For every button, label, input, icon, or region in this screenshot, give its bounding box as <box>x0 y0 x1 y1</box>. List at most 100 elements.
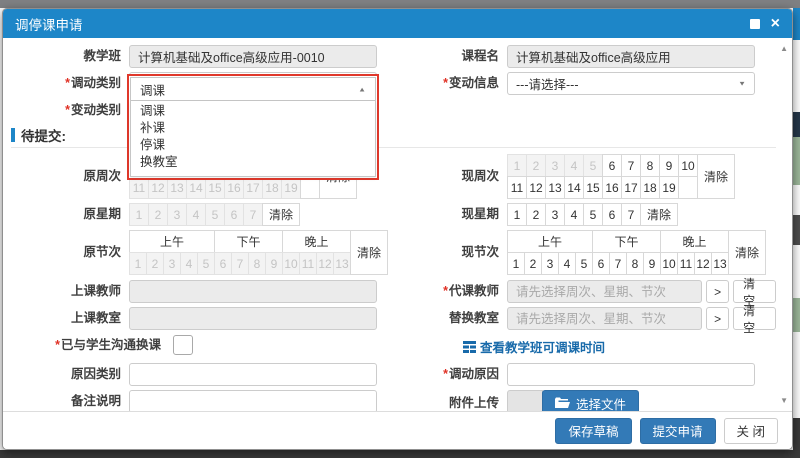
day-cell: 1 <box>129 203 149 226</box>
day-cell[interactable]: 3 <box>545 203 565 226</box>
day-cell[interactable]: 7 <box>621 203 641 226</box>
clear-button[interactable]: 清除 <box>728 230 766 275</box>
day-cell[interactable]: 4 <box>564 203 584 226</box>
period-cell[interactable]: 2 <box>524 252 542 275</box>
day-cell[interactable]: 6 <box>602 203 622 226</box>
dropdown-option[interactable]: 补课 <box>131 120 375 137</box>
scroll-down-icon[interactable]: ▼ <box>780 396 788 405</box>
old-day-label: 原星期 <box>11 203 129 226</box>
replace-classroom-label: 替换教室 <box>403 307 507 330</box>
class-teacher-label: 上课教师 <box>11 280 129 303</box>
backdrop-block <box>793 418 800 450</box>
period-cell: 1 <box>129 252 147 275</box>
old-day-grid: 1234567清除 <box>129 203 300 226</box>
clear-button[interactable]: 清除 <box>640 203 678 226</box>
choose-file-button[interactable]: 选择文件 <box>542 390 639 411</box>
replace-classroom-picker-button[interactable]: > <box>706 307 729 330</box>
period-cell: 13 <box>333 252 351 275</box>
backdrop-block <box>793 112 800 137</box>
view-schedule-text: 查看教学班可调课时间 <box>480 337 605 356</box>
clear-button[interactable]: 清除 <box>350 230 388 275</box>
week-cell[interactable]: 15 <box>583 176 603 199</box>
period-cell[interactable]: 12 <box>694 252 712 275</box>
dialog-title: 调停课申请 <box>15 14 83 34</box>
week-cell: 4 <box>564 154 584 177</box>
week-cell[interactable]: 18 <box>640 176 660 199</box>
week-cell[interactable]: 7 <box>621 154 641 177</box>
day-cell[interactable]: 1 <box>507 203 527 226</box>
substitute-teacher-clear-button[interactable]: 清空 <box>733 280 776 303</box>
reason-category-input[interactable] <box>129 363 377 386</box>
replace-classroom-input <box>507 307 702 330</box>
replace-classroom-clear-button[interactable]: 清空 <box>733 307 776 330</box>
required-marker: * <box>65 76 70 90</box>
week-cell[interactable]: 14 <box>564 176 584 199</box>
period-cell[interactable]: 7 <box>609 252 627 275</box>
classroom-label: 上课教室 <box>11 307 129 330</box>
period-cell: 7 <box>231 252 249 275</box>
transfer-category-label: *调动类别 <box>11 72 129 95</box>
reason-category-label: 原因类别 <box>11 363 129 386</box>
transfer-category-select[interactable]: 调课 ▲ <box>130 77 376 101</box>
dropdown-option[interactable]: 调课 <box>131 103 375 120</box>
clear-button[interactable]: 清除 <box>697 154 735 199</box>
new-day-grid: 1234567清除 <box>507 203 678 226</box>
view-schedule-link[interactable]: 查看教学班可调课时间 <box>463 337 605 356</box>
backdrop-block <box>793 215 800 245</box>
minimize-icon[interactable] <box>750 19 760 29</box>
clear-button[interactable]: 清除 <box>262 203 300 226</box>
week-cell: 1 <box>507 154 527 177</box>
week-cell[interactable]: 6 <box>602 154 622 177</box>
period-header-cell: 晚上 <box>660 230 729 253</box>
day-cell: 6 <box>224 203 244 226</box>
dropdown-option[interactable]: 换教室 <box>131 154 375 171</box>
day-cell[interactable]: 2 <box>526 203 546 226</box>
dialog-footer: 保存草稿 提交申请 关 闭 <box>3 411 792 449</box>
dropdown-option[interactable]: 停课 <box>131 137 375 154</box>
day-cell: 5 <box>205 203 225 226</box>
week-cell[interactable]: 11 <box>507 176 527 199</box>
week-cell: 3 <box>545 154 565 177</box>
substitute-teacher-picker-button[interactable]: > <box>706 280 729 303</box>
change-info-value: ---请选择--- <box>516 74 578 93</box>
week-cell[interactable]: 19 <box>659 176 679 199</box>
communicated-label: *已与学生沟通换课 <box>11 334 169 357</box>
week-cell[interactable]: 12 <box>526 176 546 199</box>
period-cell[interactable]: 6 <box>592 252 610 275</box>
week-cell[interactable]: 13 <box>545 176 565 199</box>
dialog-class-adjustment: 调停课申请 × ▲ ▼ 教学班 课程名 *调动类别 * <box>2 8 793 450</box>
day-cell[interactable]: 5 <box>583 203 603 226</box>
week-cell[interactable]: 10 <box>678 154 698 177</box>
week-cell[interactable]: 16 <box>602 176 622 199</box>
period-cell[interactable]: 8 <box>626 252 644 275</box>
close-icon[interactable]: × <box>771 16 780 32</box>
required-marker: * <box>443 284 448 298</box>
period-cell[interactable]: 11 <box>677 252 695 275</box>
period-cell[interactable]: 9 <box>643 252 661 275</box>
section-accent-bar <box>11 128 15 142</box>
submit-button[interactable]: 提交申请 <box>640 418 716 444</box>
period-cell[interactable]: 1 <box>507 252 525 275</box>
week-cell[interactable]: 17 <box>621 176 641 199</box>
save-draft-button[interactable]: 保存草稿 <box>555 418 631 444</box>
period-cell[interactable]: 13 <box>711 252 729 275</box>
period-cell: 10 <box>282 252 300 275</box>
dialog-titlebar: 调停课申请 × <box>3 9 792 38</box>
week-cell[interactable]: 8 <box>640 154 660 177</box>
period-cell[interactable]: 3 <box>541 252 559 275</box>
period-cell[interactable]: 4 <box>558 252 576 275</box>
close-button[interactable]: 关 闭 <box>724 418 778 444</box>
communicated-checkbox[interactable] <box>173 335 193 355</box>
pending-section-title: 待提交: <box>21 125 66 145</box>
period-cell[interactable]: 5 <box>575 252 593 275</box>
transfer-category-dropdown: 调课 ▲ 调课补课停课换教室 <box>127 74 379 180</box>
change-info-select[interactable]: ---请选择--- ▼ <box>507 72 755 95</box>
week-cell[interactable]: 9 <box>659 154 679 177</box>
period-cell: 12 <box>316 252 334 275</box>
teaching-class-label: 教学班 <box>11 45 129 68</box>
scroll-up-icon[interactable]: ▲ <box>780 44 788 53</box>
required-marker: * <box>443 367 448 381</box>
remark-input[interactable] <box>129 390 377 411</box>
period-cell[interactable]: 10 <box>660 252 678 275</box>
transfer-reason-input[interactable] <box>507 363 755 386</box>
